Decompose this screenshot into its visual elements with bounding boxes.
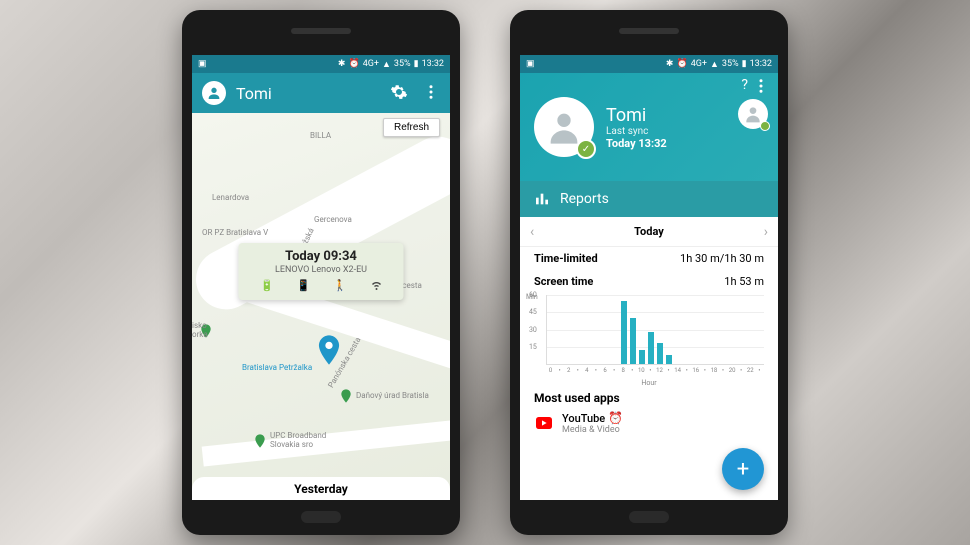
poi-isko: isko orka — [192, 321, 208, 339]
chart-bar — [648, 332, 654, 364]
reports-title: Reports — [560, 191, 609, 207]
date-yesterday-tab[interactable]: Yesterday — [192, 477, 450, 500]
notification-icon: ▣ — [526, 59, 535, 69]
settings-icon[interactable] — [390, 83, 408, 104]
phone-frame-right: ▣ ✱ ⏰ 4G+ ▲ 35% ▮ 13:32 ? ✓ Tomi Last sy… — [510, 10, 788, 535]
poi-upc: UPC Broadband Slovakia sro — [270, 431, 326, 449]
sync-label: Last sync — [606, 126, 667, 137]
date-label: Today — [634, 225, 664, 238]
chart-bar — [666, 355, 672, 364]
signal-icon: ▲ — [382, 59, 391, 70]
stat-value: 1h 53 m — [724, 275, 764, 288]
person-icon — [206, 85, 222, 101]
chart-xlabel: Hour — [641, 379, 656, 387]
yesterday-label: Yesterday — [294, 482, 348, 496]
help-icon[interactable]: ? — [741, 77, 748, 93]
location-device: LENOVO Lenovo X2-EU — [249, 265, 394, 275]
street-lenardova: Lenardova — [212, 193, 249, 202]
stat-time-limited: Time-limited 1h 30 m/1h 30 m — [520, 247, 778, 270]
refresh-button[interactable]: Refresh — [383, 118, 440, 137]
battery-detail-icon: 🔋 — [260, 279, 274, 294]
app-row-youtube[interactable]: YouTube ⏰ Media & Video — [520, 409, 778, 437]
screen-time-chart: Min 15304560 0•2•4•6•8•10•12•14•16•18•20… — [520, 293, 778, 385]
next-day-button[interactable]: › — [764, 224, 768, 240]
sync-time: Today 13:32 — [606, 137, 667, 150]
alarm-icon: ⏰ — [676, 59, 687, 69]
street-gercenova: Gercenova — [314, 215, 352, 224]
screen-right: ▣ ✱ ⏰ 4G+ ▲ 35% ▮ 13:32 ? ✓ Tomi Last sy… — [520, 55, 778, 500]
alarm-badge-icon: ⏰ — [608, 411, 623, 425]
add-fab-button[interactable]: + — [722, 448, 764, 490]
poi-green-tax-icon — [338, 388, 354, 404]
battery-text: 35% — [722, 59, 739, 69]
network-icon: 4G+ — [363, 59, 379, 69]
location-time: Today 09:34 — [249, 249, 394, 264]
reports-icon — [534, 191, 550, 207]
app-category: Media & Video — [562, 425, 623, 435]
clock-text: 13:32 — [750, 59, 772, 69]
statusbar: ▣ ✱ ⏰ 4G+ ▲ 35% ▮ 13:32 — [520, 55, 778, 73]
poi-green-upc-icon — [252, 433, 268, 449]
prev-day-button[interactable]: ‹ — [530, 224, 534, 240]
chart-bar — [630, 318, 636, 364]
battery-icon: ▮ — [414, 59, 419, 69]
check-badge-icon: ✓ — [576, 139, 596, 159]
appbar-title: Tomi — [236, 84, 390, 103]
watcher-avatar[interactable] — [738, 99, 768, 129]
alarm-icon: ⏰ — [348, 59, 359, 69]
statusbar: ▣ ✱ ⏰ 4G+ ▲ 35% ▮ 13:32 — [192, 55, 450, 73]
poi-tax: Daňový úrad Bratisla — [356, 391, 429, 400]
profile-avatar[interactable] — [202, 81, 226, 105]
person-icon — [743, 104, 763, 124]
reports-header[interactable]: Reports — [520, 181, 778, 217]
notification-icon: ▣ — [198, 59, 207, 69]
youtube-icon — [534, 413, 554, 433]
wifi-detail-icon — [370, 279, 382, 294]
battery-icon: ▮ — [742, 59, 747, 69]
chart-bar — [639, 350, 645, 364]
stat-value: 1h 30 m/1h 30 m — [680, 252, 764, 265]
poi-police: OR PZ Bratislava V — [202, 228, 268, 237]
location-pin-icon[interactable] — [318, 335, 340, 365]
profile-name: Tomi — [606, 105, 667, 126]
poi-station: Bratislava Petržalka — [242, 363, 312, 372]
most-used-apps-title: Most used apps — [520, 385, 778, 409]
date-nav: ‹ Today › — [520, 217, 778, 247]
signal-icon: ▲ — [710, 59, 719, 70]
chart-bar — [621, 301, 627, 364]
profile-header: ? ✓ Tomi Last sync Today 13:32 — [520, 73, 778, 181]
poi-billa: BILLA — [310, 131, 331, 140]
chart-bar — [657, 343, 663, 364]
more-icon[interactable] — [422, 83, 440, 104]
battery-text: 35% — [394, 59, 411, 69]
stat-key: Time-limited — [534, 252, 598, 265]
more-icon[interactable] — [752, 77, 770, 98]
screen-left: ▣ ✱ ⏰ 4G+ ▲ 35% ▮ 13:32 Tomi — [192, 55, 450, 500]
location-balloon[interactable]: Today 09:34 LENOVO Lenovo X2-EU 🔋 📱 🚶 — [239, 243, 404, 300]
profile-avatar[interactable]: ✓ — [534, 97, 594, 157]
network-icon: 4G+ — [691, 59, 707, 69]
phone-frame-left: ▣ ✱ ⏰ 4G+ ▲ 35% ▮ 13:32 Tomi — [182, 10, 460, 535]
check-badge-icon — [760, 121, 770, 131]
bluetooth-icon: ✱ — [338, 59, 346, 69]
map[interactable]: Refresh BILLA Lenardova Gercenova OR PZ … — [192, 113, 450, 500]
app-name: YouTube — [562, 412, 605, 425]
clock-text: 13:32 — [422, 59, 444, 69]
person-detail-icon: 🚶 — [333, 279, 347, 294]
device-detail-icon: 📱 — [297, 279, 311, 294]
appbar: Tomi — [192, 73, 450, 113]
bluetooth-icon: ✱ — [666, 59, 674, 69]
stat-screen-time: Screen time 1h 53 m — [520, 270, 778, 293]
stat-key: Screen time — [534, 275, 593, 288]
